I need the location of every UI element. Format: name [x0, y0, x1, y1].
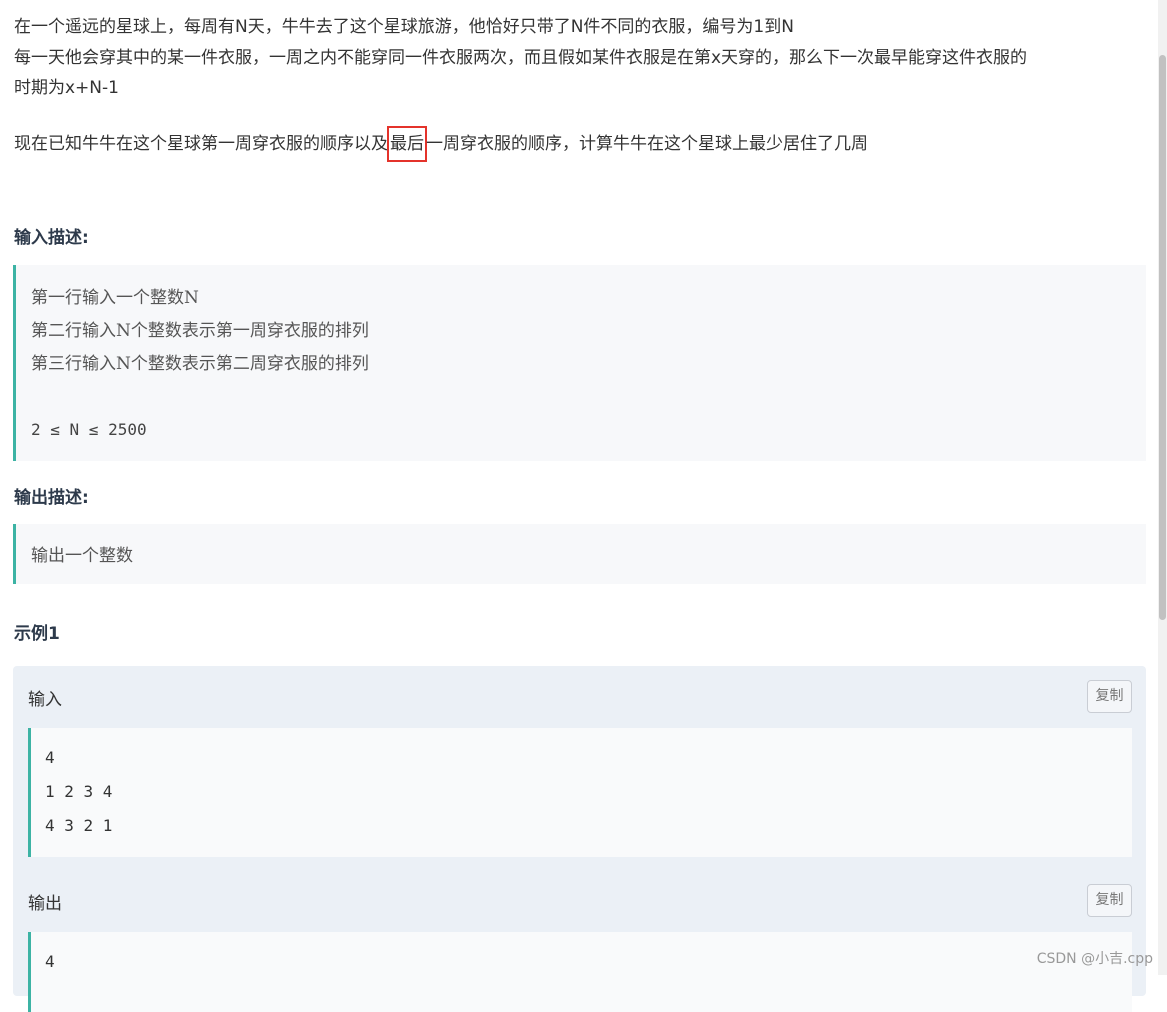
input-description-block: 第一行输入一个整数N 第二行输入N个整数表示第一周穿衣服的排列 第三行输入N个整… [13, 265, 1146, 461]
input-description-heading: 输入描述: [14, 228, 89, 248]
copy-output-button[interactable]: 复制 [1087, 884, 1132, 917]
vertical-scrollbar[interactable] [1158, 0, 1167, 975]
example-heading: 示例1 [14, 624, 60, 644]
example-input-line-1: 4 [45, 748, 55, 767]
input-line-3: 第三行输入N个整数表示第二周穿衣服的排列 [31, 354, 369, 374]
example-input-line-3: 4 3 2 1 [45, 816, 113, 835]
description-line-4-start: 现在已知牛牛在这个星球第一周穿衣服的顺序以及 [14, 134, 388, 154]
copy-input-button[interactable]: 复制 [1087, 680, 1132, 713]
description-line-2: 每一天他会穿其中的某一件衣服，一周之内不能穿同一件衣服两次，而且假如某件衣服是在… [14, 48, 1028, 68]
input-line-1: 第一行输入一个整数N [31, 288, 199, 308]
highlighted-keyword: 最后 [387, 126, 427, 162]
output-line: 输出一个整数 [31, 546, 133, 566]
watermark: CSDN @小吉.cpp [1036, 951, 1153, 967]
description-line-4: 现在已知牛牛在这个星球第一周穿衣服的顺序以及 最后 一周穿衣服的顺序，计算牛牛在这个… [14, 126, 868, 162]
scrollbar-thumb[interactable] [1159, 55, 1166, 620]
example-output-label: 输出 [28, 894, 62, 914]
output-description-heading: 输出描述: [14, 488, 89, 508]
example-input-code: 4 1 2 3 4 4 3 2 1 [28, 728, 1132, 857]
input-constraint: 2 ≤ N ≤ 2500 [31, 420, 147, 439]
description-line-3: 时期为x+N-1 [14, 78, 119, 98]
description-line-1: 在一个遥远的星球上，每周有N天，牛牛去了这个星球旅游，他恰好只带了N件不同的衣服… [14, 17, 794, 37]
example-input-line-2: 1 2 3 4 [45, 782, 113, 801]
description-line-4-end: 一周穿衣服的顺序，计算牛牛在这个星球上最少居住了几周 [426, 134, 868, 154]
output-description-block: 输出一个整数 [13, 524, 1146, 584]
example-output-code: 4 [28, 932, 1132, 1012]
input-line-2: 第二行输入N个整数表示第一周穿衣服的排列 [31, 321, 369, 341]
example-input-label: 输入 [28, 690, 62, 710]
example-output-line-1: 4 [45, 952, 55, 971]
example-card: 输入 复制 4 1 2 3 4 4 3 2 1 输出 复制 4 [13, 666, 1146, 1012]
